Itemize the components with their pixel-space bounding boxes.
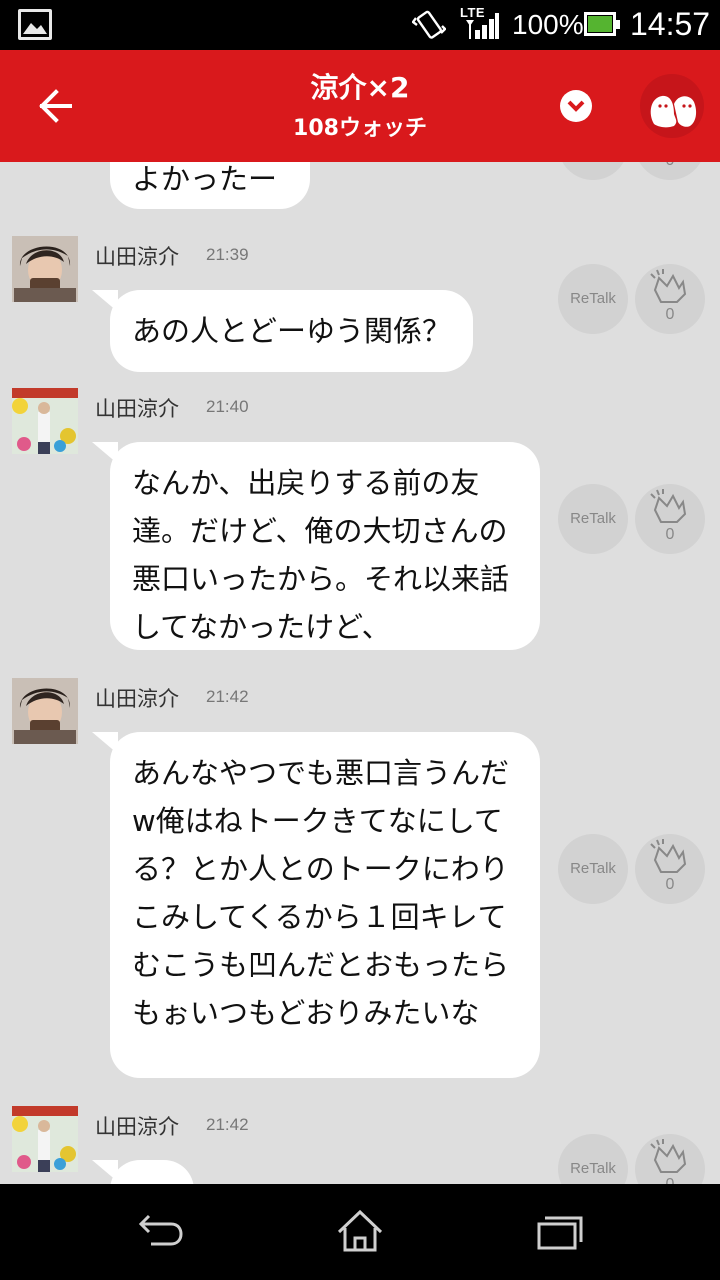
avatar[interactable] <box>12 236 78 302</box>
clap-count: 0 <box>665 876 675 893</box>
message-bubble[interactable]: あの人とどーゆう関係？ <box>91 290 474 372</box>
dropdown-button[interactable] <box>560 90 592 122</box>
chevron-down-icon <box>567 100 585 112</box>
message-bubble[interactable]: あんなやつでも悪口言うんだw俺はねトークきてなにしてる？とか人とのトークにわりこ… <box>92 732 540 1078</box>
chat-list[interactable]: よかったー 0 山田涼介 21:39 あの人とどーゆう関係？ ReTalk <box>0 162 720 1184</box>
vibrate-icon <box>412 10 446 39</box>
retalk-button[interactable] <box>558 162 628 180</box>
signal-icon <box>466 13 499 39</box>
message-text: なんか、出戻りする前の友達。だけど、俺の大切さんの悪口いったから。それ以来話して… <box>132 466 510 644</box>
message-time: 21:42 <box>206 687 249 706</box>
retalk-button[interactable]: ReTalk <box>558 484 628 554</box>
message-bubble[interactable]: なんか、出戻りする前の友達。だけど、俺の大切さんの悪口いったから。それ以来話して… <box>92 442 540 650</box>
gallery-icon <box>18 9 52 40</box>
retalk-button[interactable]: ReTalk <box>558 1134 628 1184</box>
clap-count: 0 <box>635 1176 705 1184</box>
nav-back-icon <box>138 1214 183 1246</box>
clap-button[interactable]: 0 <box>635 834 705 904</box>
navigation-bar <box>0 1184 720 1280</box>
nav-home-button[interactable] <box>335 1208 385 1254</box>
clap-count: 0 <box>665 526 675 543</box>
nav-back-button[interactable] <box>135 1208 185 1254</box>
sender-name: 山田涼介 <box>95 397 179 421</box>
ghost-button[interactable] <box>640 74 704 138</box>
message-bubble[interactable]: よかったー <box>110 162 310 209</box>
chat-header: 涼介×2 108ウォッチ <box>0 50 720 162</box>
clap-icon <box>650 489 687 523</box>
retalk-button[interactable]: ReTalk <box>558 264 628 334</box>
message-text: あんなやつでも悪口言うんだw俺はねトークきてなにしてる？とか人とのトークにわりこ… <box>132 756 510 1030</box>
avatar[interactable] <box>12 1106 78 1172</box>
nav-recents-icon <box>537 1216 583 1250</box>
battery-icon <box>584 12 620 36</box>
nav-recents-button[interactable] <box>535 1208 585 1254</box>
message-text: あの人とどーゆう関係？ <box>132 314 452 348</box>
ghost-icon <box>650 95 697 128</box>
nav-home-icon <box>337 1209 383 1252</box>
watch-count: 108ウォッチ <box>293 116 427 141</box>
clap-button[interactable]: 0 <box>635 484 705 554</box>
avatar[interactable] <box>12 678 78 744</box>
clock: 14:57 <box>630 6 711 42</box>
back-button[interactable] <box>36 86 76 126</box>
back-arrow-icon <box>39 89 72 123</box>
clap-icon <box>650 839 687 873</box>
clap-button[interactable]: 0 <box>635 264 705 334</box>
message-bubble[interactable] <box>92 1160 194 1184</box>
avatar[interactable] <box>12 388 78 454</box>
status-bar: LTE 100% 14:57 <box>0 0 720 50</box>
clap-button[interactable]: 0 <box>635 162 705 180</box>
message-time: 21:39 <box>206 245 249 264</box>
message-text: よかったー <box>132 162 278 196</box>
chat-title: 涼介×2 <box>310 71 410 104</box>
sender-name: 山田涼介 <box>95 1115 179 1139</box>
retalk-button[interactable]: ReTalk <box>558 834 628 904</box>
message-time: 21:40 <box>206 397 249 416</box>
clap-count: 0 <box>665 306 675 323</box>
clap-icon <box>650 1139 687 1173</box>
clap-count: 0 <box>635 162 705 170</box>
message-time: 21:42 <box>206 1115 249 1134</box>
clap-button[interactable]: 0 <box>635 1134 705 1184</box>
sender-name: 山田涼介 <box>95 687 179 711</box>
sender-name: 山田涼介 <box>95 245 179 269</box>
clap-icon <box>650 269 687 303</box>
battery-percent: 100% <box>512 9 584 40</box>
